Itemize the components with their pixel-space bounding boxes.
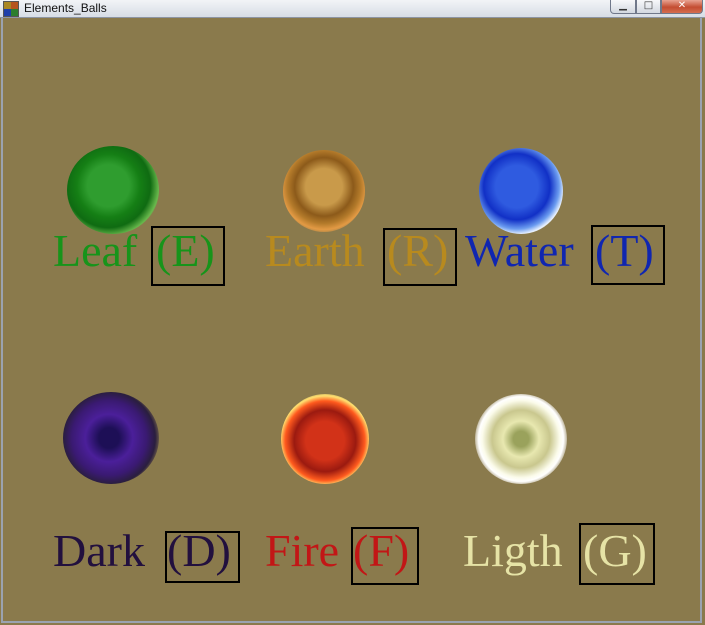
- close-button[interactable]: ✕: [661, 0, 703, 14]
- water-label: Water: [465, 225, 574, 276]
- leaf-key: (E): [156, 225, 215, 276]
- minimize-button[interactable]: ▁: [610, 0, 636, 14]
- light-key: (G): [583, 525, 647, 576]
- light-label: Ligth: [463, 525, 563, 576]
- app-icon: [3, 1, 19, 17]
- app-window: Elements_Balls ▁ □ ✕ Leaf (E) Earth (R) …: [0, 0, 705, 625]
- fire-label: Fire: [265, 525, 340, 576]
- leaf-orb-icon: [67, 146, 159, 234]
- light-orb-icon: [475, 394, 567, 484]
- leaf-label: Leaf: [53, 225, 138, 276]
- earth-orb-icon: [283, 150, 365, 232]
- title-bar[interactable]: Elements_Balls ▁ □ ✕: [0, 0, 705, 18]
- maximize-button[interactable]: □: [636, 0, 661, 14]
- water-key: (T): [595, 225, 654, 276]
- water-orb-icon: [479, 148, 563, 234]
- earth-label: Earth: [265, 225, 365, 276]
- fire-orb-icon: [281, 394, 369, 484]
- dark-key: (D): [167, 525, 231, 576]
- game-canvas: Leaf (E) Earth (R) Water (T) Dark (D) Fi…: [1, 18, 702, 623]
- dark-orb-icon: [63, 392, 159, 484]
- window-title: Elements_Balls: [24, 1, 107, 15]
- earth-key: (R): [387, 225, 449, 276]
- fire-key: (F): [353, 525, 410, 576]
- dark-label: Dark: [53, 525, 145, 576]
